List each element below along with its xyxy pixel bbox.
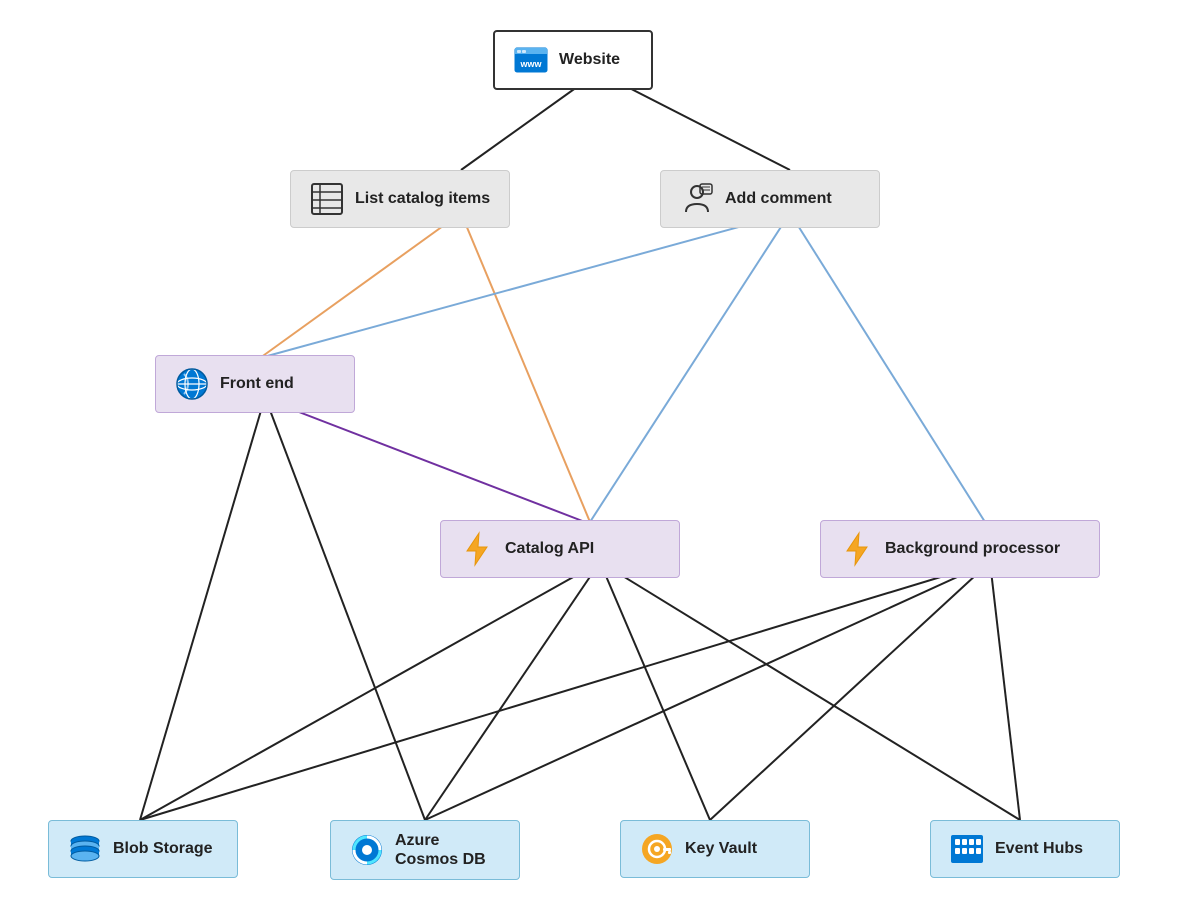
- bg-processor-node[interactable]: Background processor: [820, 520, 1100, 578]
- connection-lines: [0, 0, 1200, 915]
- front-end-label: Front end: [220, 375, 294, 393]
- website-icon: www: [513, 42, 549, 78]
- website-label: Website: [559, 51, 620, 69]
- list-catalog-label: List catalog items: [355, 190, 490, 208]
- key-vault-label: Key Vault: [685, 840, 757, 858]
- event-hubs-node[interactable]: Event Hubs: [930, 820, 1120, 878]
- bg-processor-icon: [839, 531, 875, 567]
- cosmos-db-label2: Cosmos DB: [395, 850, 486, 869]
- blob-storage-node[interactable]: Blob Storage: [48, 820, 238, 878]
- key-vault-node[interactable]: Key Vault: [620, 820, 810, 878]
- list-catalog-icon: [309, 181, 345, 217]
- bg-processor-label: Background processor: [885, 540, 1060, 558]
- website-node[interactable]: www Website: [493, 30, 653, 90]
- add-comment-icon: [679, 181, 715, 217]
- front-end-icon: [174, 366, 210, 402]
- svg-text:www: www: [519, 59, 542, 69]
- cosmos-db-label: Azure: [395, 831, 486, 850]
- cosmos-db-icon: [349, 832, 385, 868]
- diagram-container: www Website List catalog items: [0, 0, 1200, 915]
- event-hubs-label: Event Hubs: [995, 840, 1083, 858]
- add-comment-label: Add comment: [725, 190, 832, 208]
- front-end-node[interactable]: Front end: [155, 355, 355, 413]
- catalog-api-label: Catalog API: [505, 540, 594, 558]
- add-comment-node[interactable]: Add comment: [660, 170, 880, 228]
- blob-storage-label: Blob Storage: [113, 840, 213, 858]
- cosmos-db-node[interactable]: Azure Cosmos DB: [330, 820, 520, 880]
- catalog-api-node[interactable]: Catalog API: [440, 520, 680, 578]
- event-hubs-icon: [949, 831, 985, 867]
- catalog-api-icon: [459, 531, 495, 567]
- list-catalog-node[interactable]: List catalog items: [290, 170, 510, 228]
- blob-storage-icon: [67, 831, 103, 867]
- key-vault-icon: [639, 831, 675, 867]
